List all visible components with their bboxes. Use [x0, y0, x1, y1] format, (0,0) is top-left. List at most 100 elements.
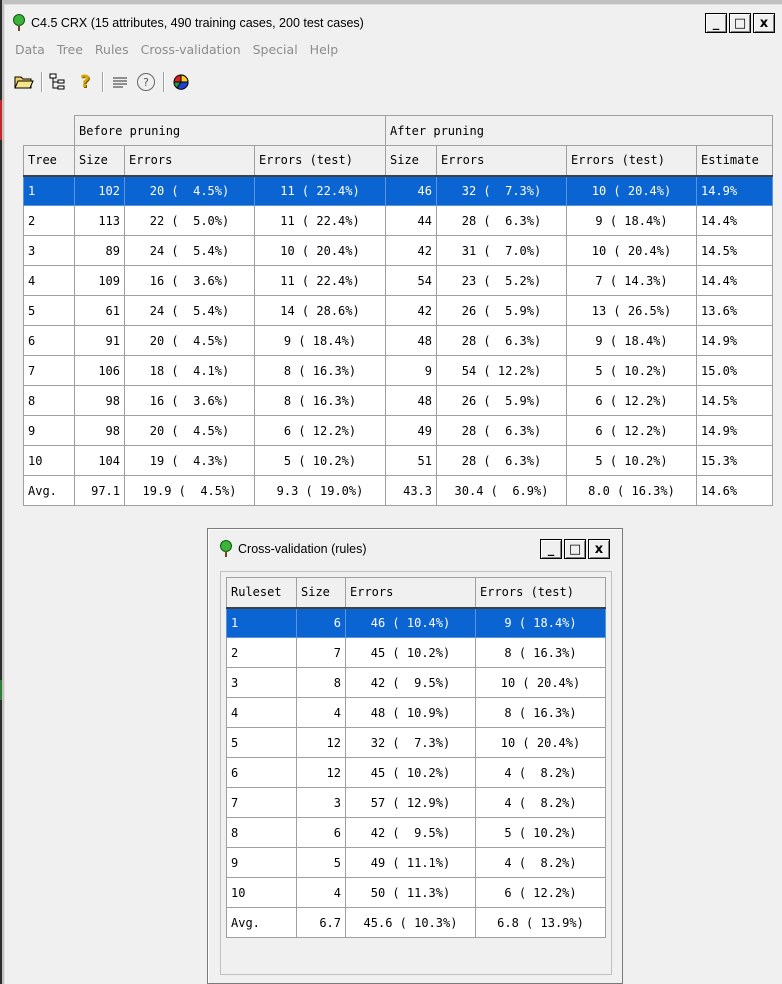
menu-bar: Data Tree Rules Cross-validation Special… — [15, 42, 350, 60]
rules-column-header[interactable]: Errors (test) — [475, 577, 606, 609]
menu-rules[interactable]: Rules — [95, 42, 129, 60]
rules-table-cell: 9 ( 18.4%) — [475, 607, 606, 638]
tree-column-header[interactable]: Size — [385, 145, 437, 177]
tree-table-cell: 28 ( 6.3%) — [436, 415, 567, 446]
tree-table-cell: 2 — [23, 205, 75, 236]
rules-maximize-button[interactable]: □ — [564, 539, 586, 559]
rules-table-row[interactable]: 10 4 50 ( 11.3%) 6 ( 12.2%) — [226, 877, 606, 908]
rules-table-row[interactable]: 1 6 46 ( 10.4%) 9 ( 18.4%) — [226, 607, 606, 638]
help-button[interactable]: ? — [135, 71, 157, 93]
rules-window-title: Cross-validation (rules) — [238, 542, 367, 556]
menu-data[interactable]: Data — [15, 42, 45, 60]
rules-close-button[interactable]: x — [588, 539, 610, 559]
minimize-button[interactable]: _ — [705, 13, 727, 33]
rules-table-cell: 57 ( 12.9%) — [345, 787, 476, 818]
question-button[interactable]: ? — [74, 71, 96, 93]
rules-table-cell: 6 — [296, 817, 346, 848]
rules-table-cell: 8 ( 16.3%) — [475, 697, 606, 728]
rules-table-row[interactable]: 4 4 48 ( 10.9%) 8 ( 16.3%) — [226, 697, 606, 728]
rules-table-row[interactable]: Avg. 6.7 45.6 ( 10.3%) 6.8 ( 13.9%) — [226, 907, 606, 938]
rules-table-row[interactable]: 9 5 49 ( 11.1%) 4 ( 8.2%) — [226, 847, 606, 878]
rules-table-row[interactable]: 3 8 42 ( 9.5%) 10 ( 20.4%) — [226, 667, 606, 698]
title-bar[interactable]: C4.5 CRX (15 attributes, 490 training ca… — [11, 9, 779, 37]
chart-button[interactable] — [170, 71, 192, 93]
tree-table-cell: 61 — [74, 295, 125, 326]
tree-table-cell: 28 ( 6.3%) — [436, 205, 567, 236]
tree-table-cell: 51 — [385, 445, 437, 476]
tree-column-header[interactable]: Errors (test) — [254, 145, 386, 177]
menu-cross-validation[interactable]: Cross-validation — [141, 42, 241, 60]
tree-table-cell: 14.9% — [696, 325, 773, 356]
tree-table-row[interactable]: 2 113 22 ( 5.0%) 11 ( 22.4%) 44 28 ( 6.3%) 9 (… — [23, 205, 773, 236]
tree-table-cell: 44 — [385, 205, 437, 236]
tree-table-cell: 28 ( 6.3%) — [436, 445, 567, 476]
tree-table-cell: 5 ( 10.2%) — [566, 445, 697, 476]
tree-table-cell: 42 — [385, 235, 437, 266]
tree-table-cell: 54 ( 12.2%) — [436, 355, 567, 386]
tree-button[interactable] — [48, 71, 70, 93]
menu-special[interactable]: Special — [253, 42, 298, 60]
rules-column-header[interactable]: Errors — [345, 577, 476, 609]
menu-help[interactable]: Help — [310, 42, 339, 60]
rules-table-row[interactable]: 8 6 42 ( 9.5%) 5 ( 10.2%) — [226, 817, 606, 848]
tree-table-cell: 18 ( 4.1%) — [124, 355, 255, 386]
toolbar-separator — [102, 72, 103, 92]
tree-table-row[interactable]: 4 109 16 ( 3.6%) 11 ( 22.4%) 54 23 ( 5.2%) 7 (… — [23, 265, 773, 296]
tree-table-cell: 5 — [23, 295, 75, 326]
tree-table-cell: 22 ( 5.0%) — [124, 205, 255, 236]
rules-table-cell: 4 — [296, 697, 346, 728]
rules-table-cell: 9 — [226, 847, 297, 878]
help-circle-icon: ? — [137, 73, 155, 91]
tree-table-row[interactable]: 3 89 24 ( 5.4%) 10 ( 20.4%) 42 31 ( 7.0%) 10 (… — [23, 235, 773, 266]
rules-window: Cross-validation (rules) _ □ x Ruleset Si… — [207, 528, 623, 984]
tree-table-cell: 23 ( 5.2%) — [436, 265, 567, 296]
tree-table-row[interactable]: 5 61 24 ( 5.4%) 14 ( 28.6%) 42 26 ( 5.9%) 13 (… — [23, 295, 773, 326]
tree-column-header[interactable]: Tree — [23, 145, 75, 177]
tree-column-header[interactable]: Estimate — [696, 145, 773, 177]
tree-column-header[interactable]: Size — [74, 145, 125, 177]
tree-table-row[interactable]: 7 106 18 ( 4.1%) 8 ( 16.3%) 9 54 ( 12.2%) 5 ( … — [23, 355, 773, 386]
open-button[interactable] — [13, 71, 35, 93]
rules-table-cell: 6.8 ( 13.9%) — [475, 907, 606, 938]
tree-table-cell: 14.4% — [696, 205, 773, 236]
tree-column-header[interactable]: Errors — [436, 145, 567, 177]
rules-column-header[interactable]: Size — [296, 577, 346, 609]
rules-table-row[interactable]: 6 12 45 ( 10.2%) 4 ( 8.2%) — [226, 757, 606, 788]
tree-table-row[interactable]: 8 98 16 ( 3.6%) 8 ( 16.3%) 48 26 ( 5.9%) 6 ( 1… — [23, 385, 773, 416]
background-edge-accent — [0, 680, 2, 700]
rules-table-cell: 5 — [296, 847, 346, 878]
tree-table-cell: 16 ( 3.6%) — [124, 385, 255, 416]
tree-table-cell: 6 — [23, 325, 75, 356]
rules-title-bar[interactable]: Cross-validation (rules) _ □ x — [218, 537, 614, 561]
tree-table-cell: 9 — [385, 355, 437, 386]
rules-minimize-button[interactable]: _ — [540, 539, 562, 559]
tree-column-header[interactable]: Errors — [124, 145, 255, 177]
rules-table-row[interactable]: 7 3 57 ( 12.9%) 4 ( 8.2%) — [226, 787, 606, 818]
tree-table-row[interactable]: 10 104 19 ( 4.3%) 5 ( 10.2%) 51 28 ( 6.3%) 5 (… — [23, 445, 773, 476]
rules-table-row[interactable]: 2 7 45 ( 10.2%) 8 ( 16.3%) — [226, 637, 606, 668]
rules-column-header[interactable]: Ruleset — [226, 577, 297, 609]
close-button[interactable]: x — [753, 13, 775, 33]
rules-table-cell: 4 — [226, 697, 297, 728]
tree-table-row[interactable]: 1 102 20 ( 4.5%) 11 ( 22.4%) 46 32 ( 7.3%) 10 … — [23, 175, 773, 206]
tree-table-cell: 8 — [23, 385, 75, 416]
rules-table-cell: 5 — [226, 727, 297, 758]
tree-table-row[interactable]: Avg. 97.1 19.9 ( 4.5%) 9.3 ( 19.0%) 43.3 30.4… — [23, 475, 773, 506]
tree-column-header[interactable]: Errors (test) — [566, 145, 697, 177]
tree-table-row[interactable]: 9 98 20 ( 4.5%) 6 ( 12.2%) 49 28 ( 6.3%) 6 ( 1… — [23, 415, 773, 446]
tree-table-cell: 106 — [74, 355, 125, 386]
tree-table-cell: 11 ( 22.4%) — [254, 205, 386, 236]
rules-table-cell: 12 — [296, 757, 346, 788]
tree-table-cell: 20 ( 4.5%) — [124, 415, 255, 446]
tree-table-cell: 7 ( 14.3%) — [566, 265, 697, 296]
tree-table-cell: 20 ( 4.5%) — [124, 325, 255, 356]
maximize-button[interactable]: □ — [729, 13, 751, 33]
rules-table-cell: 46 ( 10.4%) — [345, 607, 476, 638]
tree-table-cell: 8 ( 16.3%) — [254, 355, 386, 386]
list-button[interactable] — [109, 71, 131, 93]
tree-table-cell: 14.5% — [696, 235, 773, 266]
tree-table-row[interactable]: 6 91 20 ( 4.5%) 9 ( 18.4%) 48 28 ( 6.3%) 9 ( 1… — [23, 325, 773, 356]
rules-table-row[interactable]: 5 12 32 ( 7.3%) 10 ( 20.4%) — [226, 727, 606, 758]
menu-tree[interactable]: Tree — [57, 42, 83, 60]
tree-table-cell: 26 ( 5.9%) — [436, 385, 567, 416]
